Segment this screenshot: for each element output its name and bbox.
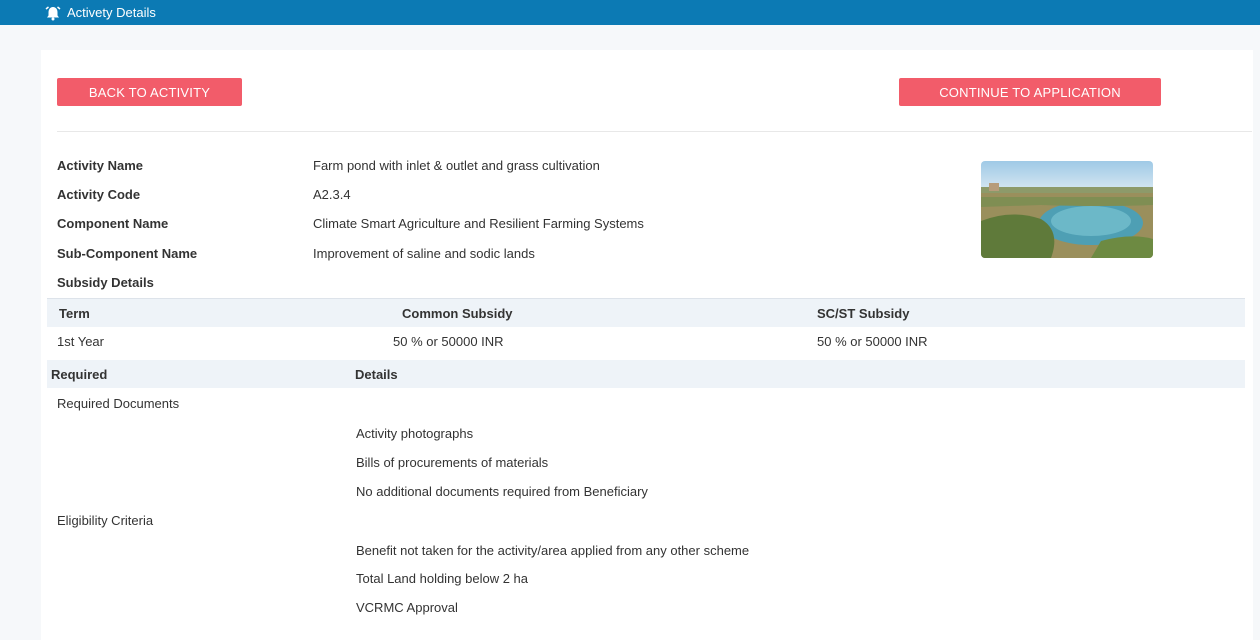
list-item: Activity photographs xyxy=(356,426,474,441)
subsidy-details-heading: Subsidy Details xyxy=(57,275,154,290)
scst-subsidy-cell: 50 % or 50000 INR xyxy=(817,333,928,349)
term-cell: 1st Year xyxy=(57,333,104,349)
list-item: VCRMC Approval xyxy=(356,600,458,615)
activity-photo xyxy=(981,161,1153,258)
list-item: Total Land holding below 2 ha xyxy=(356,571,529,586)
list-item: Bills of procurements of materials xyxy=(356,455,549,470)
common-subsidy-cell: 50 % or 50000 INR xyxy=(393,333,504,349)
sub-component-name-label: Sub-Component Name xyxy=(57,245,198,261)
component-name-value: Climate Smart Agriculture and Resilient … xyxy=(313,215,644,231)
component-name-label: Component Name xyxy=(57,215,169,231)
activity-code-label: Activity Code xyxy=(57,186,141,202)
requirements-table-header: Required Details xyxy=(47,360,1245,388)
scst-subsidy-column-header: SC/ST Subsidy xyxy=(817,305,910,321)
eligibility-criteria-heading: Eligibility Criteria xyxy=(57,513,154,528)
title-bar: Activety Details xyxy=(0,0,1260,25)
activity-name-value: Farm pond with inlet & outlet and grass … xyxy=(313,157,600,173)
required-documents-heading: Required Documents xyxy=(57,396,180,411)
activity-name-row: Activity Name Farm pond with inlet & out… xyxy=(57,155,600,175)
common-subsidy-column-header: Common Subsidy xyxy=(402,305,513,321)
sub-component-name-value: Improvement of saline and sodic lands xyxy=(313,245,535,261)
activity-code-row: Activity Code A2.3.4 xyxy=(57,184,351,204)
activity-details-card: BACK TO ACTIVITY CONTINUE TO APPLICATION… xyxy=(41,50,1253,640)
continue-to-application-button[interactable]: CONTINUE TO APPLICATION xyxy=(899,78,1161,106)
table-row: 1st Year 50 % or 50000 INR 50 % or 50000… xyxy=(47,327,1245,357)
required-column-header: Required xyxy=(51,366,108,382)
list-item: Benefit not taken for the activity/area … xyxy=(356,543,750,558)
sub-component-name-row: Sub-Component Name Improvement of saline… xyxy=(57,243,535,263)
component-name-row: Component Name Climate Smart Agriculture… xyxy=(57,213,644,233)
activity-code-value: A2.3.4 xyxy=(313,186,351,202)
details-column-header: Details xyxy=(355,366,398,382)
alarm-bell-icon xyxy=(44,4,62,22)
divider xyxy=(57,131,1252,132)
subsidy-table-header: Term Common Subsidy SC/ST Subsidy xyxy=(47,298,1245,327)
list-item: No additional documents required from Be… xyxy=(356,484,648,499)
page-title: Activety Details xyxy=(67,5,156,20)
term-column-header: Term xyxy=(59,305,90,321)
activity-name-label: Activity Name xyxy=(57,157,143,173)
back-to-activity-button[interactable]: BACK TO ACTIVITY xyxy=(57,78,242,106)
